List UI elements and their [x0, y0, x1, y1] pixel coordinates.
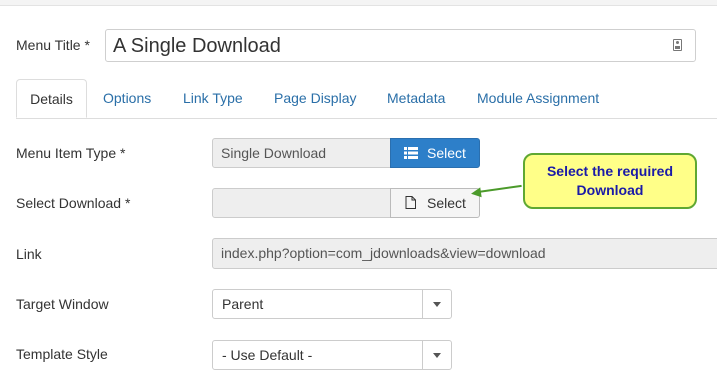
- menu-item-type-select-button[interactable]: Select: [390, 138, 480, 168]
- template-style-label: Template Style: [16, 346, 108, 362]
- link-label: Link: [16, 246, 42, 262]
- tab-page-display[interactable]: Page Display: [274, 79, 357, 118]
- contact-card-icon[interactable]: [673, 39, 682, 51]
- tab-module-assignment[interactable]: Module Assignment: [477, 79, 599, 118]
- tab-options[interactable]: Options: [103, 79, 151, 118]
- tab-link-type[interactable]: Link Type: [183, 79, 243, 118]
- callout-arrow: [477, 184, 522, 193]
- select-download-label: Select Download *: [16, 195, 131, 211]
- select-download-button-label: Select: [427, 195, 466, 211]
- menu-title-label: Menu Title *: [16, 37, 90, 53]
- select-divider: [422, 341, 423, 369]
- select-download-button[interactable]: Select: [390, 188, 480, 218]
- menu-title-input[interactable]: A Single Download: [105, 29, 696, 62]
- chevron-down-icon[interactable]: [433, 353, 441, 358]
- template-style-value: - Use Default -: [222, 347, 313, 363]
- file-icon: [405, 196, 416, 209]
- menu-item-type-label: Menu Item Type *: [16, 145, 126, 161]
- tab-bar: Details Options Link Type Page Display M…: [16, 79, 717, 119]
- callout-line-2: Download: [576, 182, 644, 198]
- target-window-label: Target Window: [16, 296, 109, 312]
- callout-line-1: Select the required: [546, 163, 674, 179]
- link-field: index.php?option=com_jdownloads&view=dow…: [212, 238, 717, 269]
- top-bar: [0, 0, 717, 6]
- target-window-value: Parent: [222, 296, 264, 312]
- template-style-select[interactable]: - Use Default -: [212, 340, 452, 370]
- link-value: index.php?option=com_jdownloads&view=dow…: [221, 245, 546, 261]
- menu-item-type-value: Single Download: [221, 145, 327, 161]
- menu-title-value: A Single Download: [113, 35, 281, 57]
- target-window-select[interactable]: Parent: [212, 289, 452, 319]
- menu-item-type-select-label: Select: [427, 145, 466, 161]
- menu-item-type-field: Single Download: [212, 138, 392, 168]
- callout-arrow-head: [470, 187, 482, 199]
- chevron-down-icon[interactable]: [433, 302, 441, 307]
- callout-note: Select the required Download: [523, 153, 697, 209]
- tab-metadata[interactable]: Metadata: [387, 79, 445, 118]
- list-icon: [404, 147, 418, 159]
- select-divider: [422, 290, 423, 318]
- select-download-field: [212, 188, 392, 218]
- tab-details[interactable]: Details: [16, 79, 87, 118]
